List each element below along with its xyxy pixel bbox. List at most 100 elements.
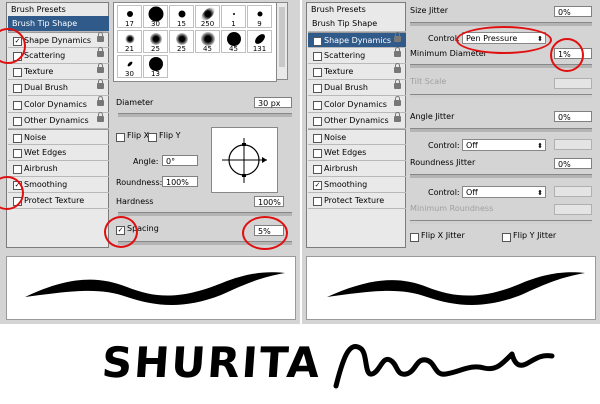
checkbox[interactable]: [13, 116, 22, 126]
brush-grid-scrollbar[interactable]: [276, 2, 288, 80]
flip-y-jitter-label: Flip Y Jitter: [513, 231, 557, 240]
item-label: Smoothing: [24, 180, 68, 189]
lock-icon[interactable]: [394, 95, 401, 106]
left-item-noise[interactable]: Noise: [8, 128, 109, 145]
checkbox[interactable]: ✓: [313, 37, 322, 47]
checkbox[interactable]: [13, 164, 22, 174]
angle-roundness-preview[interactable]: [211, 127, 278, 193]
item-label: Texture: [324, 67, 354, 77]
control-2-extra-input[interactable]: [554, 139, 592, 150]
checkbox[interactable]: [13, 84, 22, 94]
lock-icon[interactable]: [97, 79, 104, 90]
brush-preset[interactable]: 45: [221, 30, 246, 53]
flip-y-label: Flip Y: [159, 131, 181, 140]
right-item-dual-brush[interactable]: Dual Brush: [308, 79, 406, 97]
minimum-roundness-input[interactable]: [554, 204, 592, 215]
brush-preset[interactable]: 9: [247, 5, 272, 28]
brush-preset[interactable]: 25: [169, 30, 194, 53]
right-item-wet-edges[interactable]: Wet Edges: [308, 145, 406, 161]
right-item-texture[interactable]: Texture: [308, 63, 406, 81]
control-2-value: Off: [466, 141, 478, 150]
brush-preset[interactable]: 30: [117, 55, 142, 78]
lock-icon[interactable]: [97, 32, 104, 43]
item-label: Other Dynamics: [324, 115, 389, 125]
checkbox[interactable]: [13, 100, 22, 110]
checkbox[interactable]: [313, 100, 322, 110]
right-item-smoothing[interactable]: ✓ Smoothing: [308, 177, 406, 193]
hardness-input[interactable]: 100%: [254, 196, 284, 207]
lock-icon[interactable]: [394, 63, 401, 74]
brush-preset[interactable]: 17: [117, 5, 142, 28]
brush-preset[interactable]: 131: [247, 30, 272, 53]
angle-input[interactable]: 0°: [162, 155, 198, 166]
right-item-protect-texture[interactable]: Protect Texture: [308, 193, 406, 210]
checkbox[interactable]: [313, 68, 322, 78]
handwriting-sample: SHURITA: [0, 324, 600, 404]
brush-size-label: 21: [125, 45, 134, 53]
brush-size-label: 45: [229, 45, 238, 53]
right-item-brush-tip-shape[interactable]: Brush Tip Shape: [308, 16, 406, 32]
checkbox[interactable]: [313, 84, 322, 94]
right-item-noise[interactable]: Noise: [308, 128, 406, 145]
minimum-roundness-slider[interactable]: [410, 220, 592, 224]
checkbox[interactable]: [313, 148, 322, 158]
checkbox[interactable]: [13, 148, 22, 158]
tilt-scale-input[interactable]: [554, 78, 592, 89]
checkbox[interactable]: [13, 133, 22, 143]
lock-icon[interactable]: [97, 95, 104, 106]
brush-tip-icon: [126, 61, 133, 68]
lock-icon[interactable]: [97, 111, 104, 122]
roundness-jitter-slider[interactable]: [410, 174, 592, 178]
lock-icon[interactable]: [394, 47, 401, 58]
diameter-input[interactable]: 30 px: [254, 97, 292, 108]
brush-preset[interactable]: 15: [169, 5, 194, 28]
right-item-scattering[interactable]: Scattering: [308, 47, 406, 65]
lock-icon[interactable]: [394, 111, 401, 122]
angle-jitter-input[interactable]: 0%: [554, 111, 592, 122]
size-jitter-input[interactable]: 0%: [554, 6, 592, 17]
brush-size-label: 131: [252, 45, 267, 53]
left-item-texture[interactable]: Texture: [8, 63, 109, 81]
checkbox[interactable]: [13, 68, 22, 78]
brush-preset[interactable]: 13: [143, 55, 168, 78]
item-label: Smoothing: [324, 180, 368, 189]
angle-jitter-slider[interactable]: [410, 128, 592, 132]
left-item-other-dynamics[interactable]: Other Dynamics: [8, 111, 109, 129]
checkbox[interactable]: [313, 197, 322, 207]
lock-icon[interactable]: [97, 47, 104, 58]
left-item-color-dynamics[interactable]: Color Dynamics: [8, 95, 109, 113]
checkbox[interactable]: [313, 116, 322, 126]
brush-presets-label[interactable]: Brush Presets: [11, 5, 66, 14]
brush-preset[interactable]: 1: [221, 5, 246, 28]
checkbox[interactable]: [313, 133, 322, 143]
brush-preset[interactable]: 25: [143, 30, 168, 53]
checkbox[interactable]: ✓: [313, 181, 322, 190]
left-item-wet-edges[interactable]: Wet Edges: [8, 145, 109, 161]
left-item-dual-brush[interactable]: Dual Brush: [8, 79, 109, 97]
lock-icon[interactable]: [394, 79, 401, 90]
brush-preset[interactable]: 21: [117, 30, 142, 53]
right-item-shape-dynamics[interactable]: ✓ Shape Dynamics: [308, 32, 406, 49]
roundness-jitter-input[interactable]: 0%: [554, 158, 592, 169]
right-item-other-dynamics[interactable]: Other Dynamics: [308, 111, 406, 129]
left-item-airbrush[interactable]: Airbrush: [8, 161, 109, 177]
control-3-extra-input[interactable]: [554, 186, 592, 197]
diameter-slider[interactable]: [118, 113, 292, 117]
lock-icon[interactable]: [97, 63, 104, 74]
lock-icon[interactable]: [394, 32, 401, 43]
control-2-dropdown[interactable]: Off ⬍: [462, 139, 546, 151]
brush-preset[interactable]: 250: [195, 5, 220, 28]
right-item-airbrush[interactable]: Airbrush: [308, 161, 406, 177]
brush-preset[interactable]: 45: [195, 30, 220, 53]
brush-preset[interactable]: 30: [143, 5, 168, 28]
control-3-dropdown[interactable]: Off ⬍: [462, 186, 546, 198]
brush-presets-label[interactable]: Brush Presets: [311, 5, 366, 14]
brush-size-label: 1: [231, 20, 236, 28]
checkbox[interactable]: [313, 164, 322, 174]
tilt-scale-slider[interactable]: [410, 94, 592, 98]
left-item-brush-tip-shape[interactable]: Brush Tip Shape: [8, 16, 109, 32]
checkbox[interactable]: [313, 52, 322, 62]
item-label: Scattering: [324, 51, 366, 61]
right-item-color-dynamics[interactable]: Color Dynamics: [308, 95, 406, 113]
roundness-input[interactable]: 100%: [162, 176, 198, 187]
